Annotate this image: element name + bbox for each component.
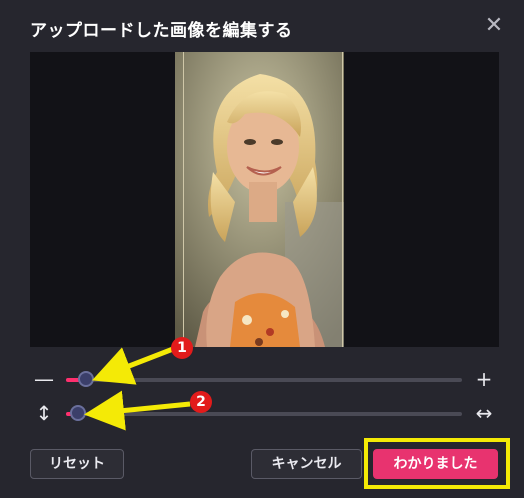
cancel-button[interactable]: キャンセル <box>251 449 362 479</box>
edit-image-dialog: アップロードした画像を編集する ✕ — + ↕ ↔ リセット キャンセル わかり… <box>0 0 524 498</box>
reset-button[interactable]: リセット <box>30 449 124 479</box>
zoom-slider-row: — + <box>30 366 500 392</box>
zoom-slider-thumb[interactable] <box>78 371 94 387</box>
image-preview <box>30 52 499 347</box>
ok-button[interactable]: わかりました <box>373 449 498 479</box>
close-icon[interactable]: ✕ <box>482 14 506 38</box>
marker-1: 1 <box>171 337 193 359</box>
zoom-slider-track[interactable] <box>66 371 462 387</box>
position-slider-thumb[interactable] <box>70 405 86 421</box>
position-slider-row: ↕ ↔ <box>30 400 500 426</box>
horizontal-arrows-icon[interactable]: ↔ <box>472 400 496 426</box>
marker-2: 2 <box>190 391 212 413</box>
dialog-title: アップロードした画像を編集する <box>30 21 293 41</box>
zoom-in-icon[interactable]: + <box>472 366 496 392</box>
crop-frame[interactable] <box>183 52 343 347</box>
zoom-out-icon[interactable]: — <box>32 366 56 392</box>
vertical-arrows-icon[interactable]: ↕ <box>32 400 56 426</box>
position-slider-track[interactable] <box>66 405 462 421</box>
